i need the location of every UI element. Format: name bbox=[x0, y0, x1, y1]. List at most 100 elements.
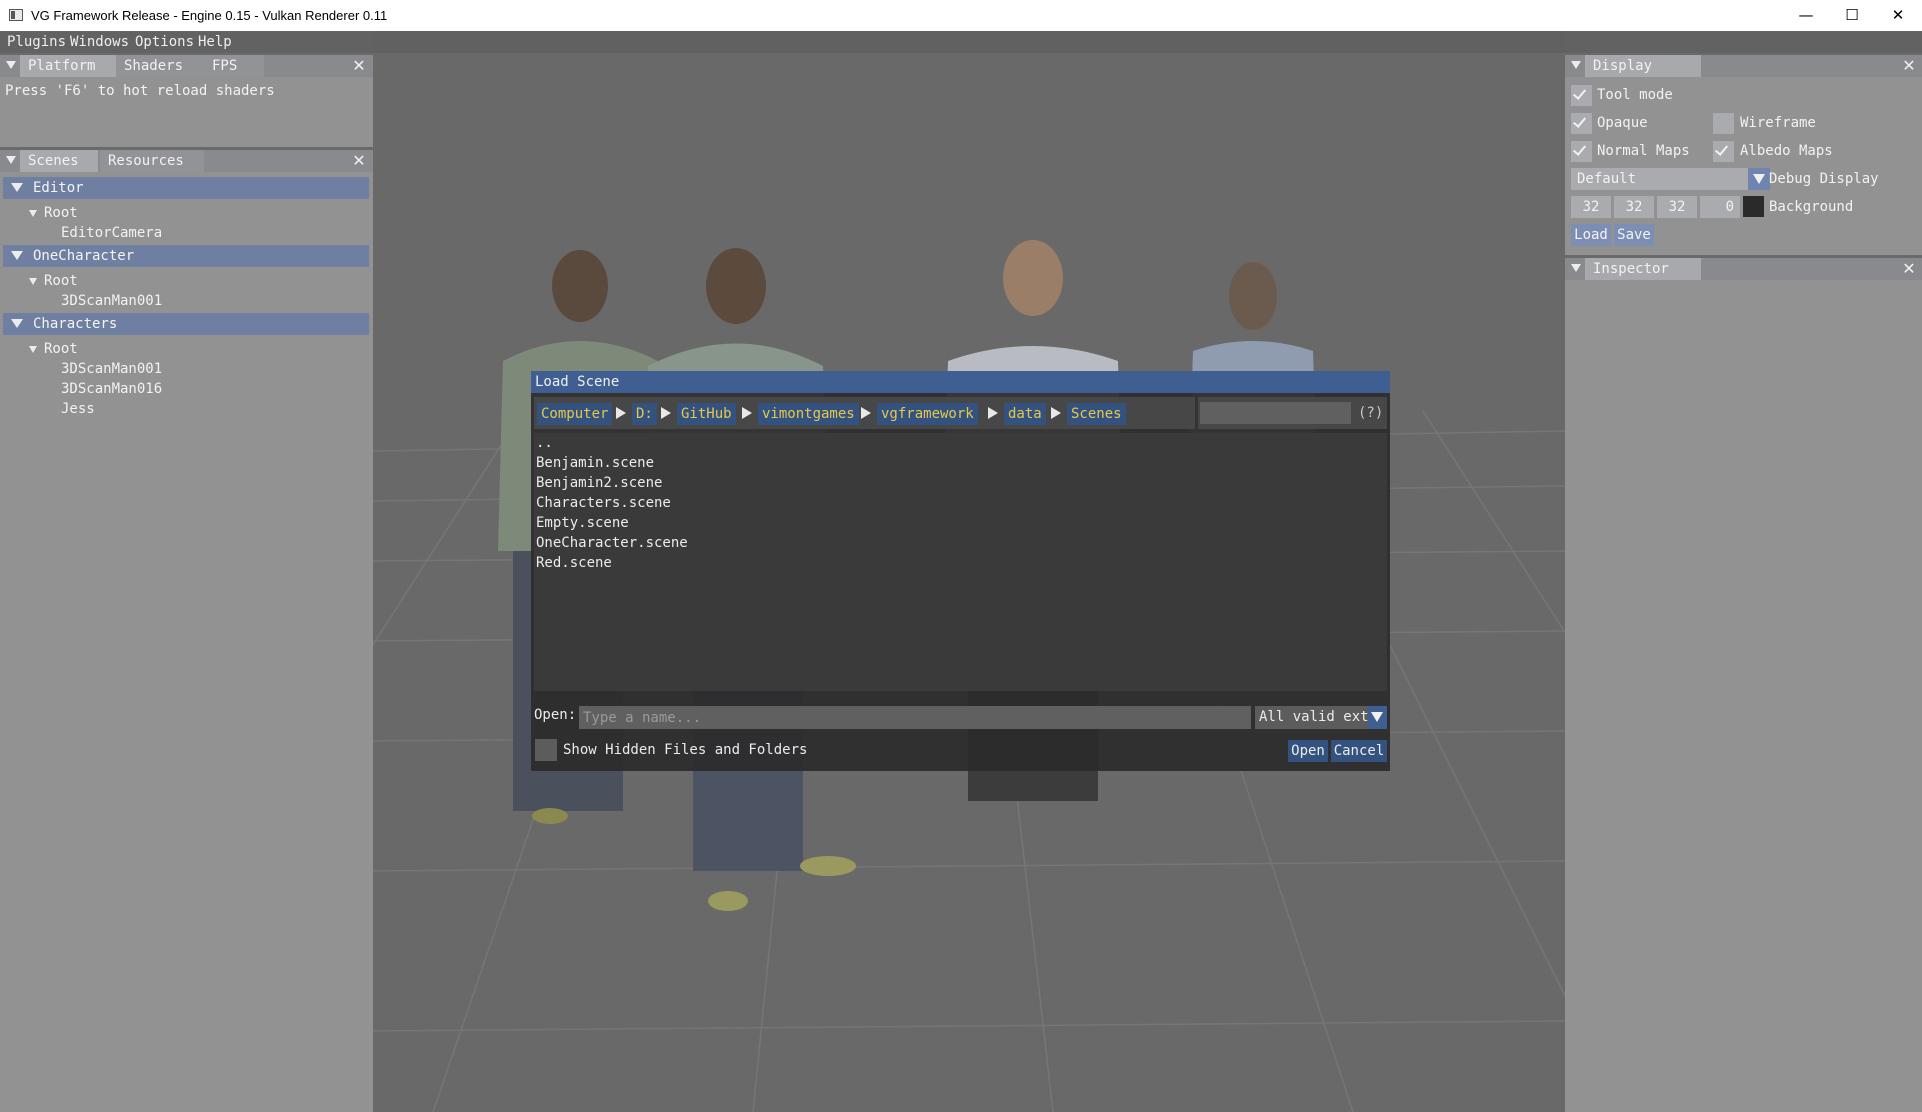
display-panel: Display ✕ Tool mode Opaque Wireframe Nor… bbox=[1565, 55, 1922, 255]
tab-platform[interactable]: Platform bbox=[20, 55, 118, 77]
tree-node-item[interactable]: EditorCamera bbox=[61, 225, 162, 241]
breadcrumb-computer[interactable]: Computer bbox=[537, 403, 613, 425]
close-window-button[interactable]: ✕ bbox=[1875, 0, 1921, 31]
collapse-icon[interactable] bbox=[6, 61, 16, 69]
breadcrumb-github[interactable]: GitHub bbox=[677, 403, 736, 425]
menu-bar: Plugins Windows Options Help bbox=[0, 31, 1922, 53]
opaque-checkbox[interactable] bbox=[1571, 113, 1592, 134]
tab-platform-label: Platform bbox=[28, 58, 96, 74]
help-icon[interactable]: (?) bbox=[1358, 405, 1383, 421]
path-separator-icon bbox=[616, 407, 626, 419]
scene-group-editor[interactable]: Editor bbox=[3, 177, 369, 199]
file-parent-dir[interactable]: .. bbox=[536, 435, 553, 451]
menu-plugins[interactable]: Plugins bbox=[7, 34, 66, 50]
path-separator-icon bbox=[1051, 407, 1061, 419]
background-g-field[interactable]: 32 bbox=[1614, 196, 1654, 218]
menu-options[interactable]: Options bbox=[135, 34, 194, 50]
menu-help[interactable]: Help bbox=[198, 34, 232, 50]
opaque-label: Opaque bbox=[1597, 115, 1648, 131]
file-list: .. Benjamin.scene Benjamin2.scene Charac… bbox=[534, 433, 1387, 691]
tool-mode-checkbox[interactable] bbox=[1571, 85, 1592, 106]
tab-resources[interactable]: Resources bbox=[100, 150, 204, 172]
chevron-down-icon[interactable] bbox=[1368, 706, 1387, 729]
maximize-button[interactable]: ☐ bbox=[1829, 0, 1875, 31]
file-item[interactable]: OneCharacter.scene bbox=[536, 535, 688, 551]
scene-group-characters[interactable]: Characters bbox=[3, 313, 369, 335]
file-item[interactable]: Empty.scene bbox=[536, 515, 629, 531]
file-item[interactable]: Red.scene bbox=[536, 555, 612, 571]
dialog-title-bar[interactable]: Load Scene bbox=[531, 371, 1390, 393]
file-name-input[interactable] bbox=[579, 706, 1251, 729]
expand-icon[interactable] bbox=[29, 210, 37, 217]
scene-group-label: Characters bbox=[33, 316, 118, 332]
close-icon[interactable]: ✕ bbox=[1901, 56, 1917, 76]
tree-node-root[interactable]: Root bbox=[44, 205, 78, 221]
collapse-icon[interactable] bbox=[6, 156, 16, 164]
breadcrumb-data[interactable]: data bbox=[1004, 403, 1046, 425]
expand-icon[interactable] bbox=[29, 278, 37, 285]
wireframe-checkbox[interactable] bbox=[1713, 113, 1734, 134]
expand-icon bbox=[11, 319, 23, 328]
window-title: VG Framework Release - Engine 0.15 - Vul… bbox=[31, 8, 388, 23]
background-a-field[interactable]: 0 bbox=[1700, 196, 1740, 218]
scenes-panel: Scenes Resources ✕ Editor Root EditorCam… bbox=[0, 150, 373, 1112]
background-color-swatch[interactable] bbox=[1743, 196, 1764, 217]
app-icon bbox=[9, 9, 23, 21]
expand-icon bbox=[11, 183, 23, 192]
albedo-maps-checkbox[interactable] bbox=[1713, 141, 1734, 162]
breadcrumb-drive[interactable]: D: bbox=[632, 403, 657, 425]
scene-group-onecharacter[interactable]: OneCharacter bbox=[3, 245, 369, 267]
tab-scenes-label: Scenes bbox=[28, 153, 79, 169]
normal-maps-checkbox[interactable] bbox=[1571, 141, 1592, 162]
breadcrumb: Computer D: GitHub vimontgames vgframewo… bbox=[534, 397, 1195, 429]
open-label: Open: bbox=[534, 707, 577, 723]
collapse-icon[interactable] bbox=[1571, 264, 1581, 272]
tree-node-root[interactable]: Root bbox=[44, 341, 78, 357]
file-filter: (?) bbox=[1198, 397, 1387, 429]
expand-icon bbox=[11, 251, 23, 260]
breadcrumb-vgframework[interactable]: vgframework bbox=[877, 403, 978, 425]
minimize-button[interactable]: — bbox=[1783, 0, 1829, 31]
tree-node-item[interactable]: 3DScanMan001 bbox=[61, 361, 162, 377]
tab-display[interactable]: Display bbox=[1585, 55, 1701, 77]
save-button[interactable]: Save bbox=[1614, 224, 1654, 246]
breadcrumb-vimontgames[interactable]: vimontgames bbox=[758, 403, 859, 425]
breadcrumb-scenes[interactable]: Scenes bbox=[1067, 403, 1126, 425]
menu-windows[interactable]: Windows bbox=[70, 34, 129, 50]
scenes-panel-header: Scenes Resources ✕ bbox=[0, 150, 373, 172]
file-item[interactable]: Characters.scene bbox=[536, 495, 671, 511]
hot-reload-hint: Press 'F6' to hot reload shaders bbox=[5, 83, 275, 99]
display-panel-header: Display ✕ bbox=[1565, 55, 1922, 77]
close-icon[interactable]: ✕ bbox=[351, 151, 367, 171]
extension-filter-dropdown[interactable]: All valid ext bbox=[1255, 706, 1387, 729]
close-icon[interactable]: ✕ bbox=[351, 56, 367, 76]
tree-node-root[interactable]: Root bbox=[44, 273, 78, 289]
file-filter-input[interactable] bbox=[1200, 402, 1351, 424]
file-item[interactable]: Benjamin2.scene bbox=[536, 475, 662, 491]
tab-inspector[interactable]: Inspector bbox=[1585, 258, 1701, 280]
debug-display-value: Default bbox=[1577, 171, 1637, 187]
tab-scenes[interactable]: Scenes bbox=[20, 150, 98, 172]
tab-fps-label: FPS bbox=[212, 58, 238, 74]
show-hidden-label: Show Hidden Files and Folders bbox=[563, 742, 808, 758]
expand-icon[interactable] bbox=[29, 346, 37, 353]
wireframe-label: Wireframe bbox=[1740, 115, 1816, 131]
chevron-down-icon[interactable] bbox=[1748, 168, 1770, 190]
tab-shaders-label: Shaders bbox=[124, 58, 184, 74]
tab-fps[interactable]: FPS bbox=[204, 55, 264, 77]
close-icon[interactable]: ✕ bbox=[1901, 259, 1917, 279]
debug-display-dropdown[interactable]: Default bbox=[1571, 168, 1770, 190]
show-hidden-checkbox[interactable] bbox=[535, 739, 557, 761]
tab-shaders[interactable]: Shaders bbox=[116, 55, 204, 77]
cancel-button[interactable]: Cancel bbox=[1331, 740, 1387, 762]
tree-node-item[interactable]: 3DScanMan001 bbox=[61, 293, 162, 309]
path-separator-icon bbox=[661, 407, 671, 419]
background-b-field[interactable]: 32 bbox=[1657, 196, 1697, 218]
open-button[interactable]: Open bbox=[1288, 740, 1328, 762]
tree-node-item[interactable]: Jess bbox=[61, 401, 95, 417]
tree-node-item[interactable]: 3DScanMan016 bbox=[61, 381, 162, 397]
background-r-field[interactable]: 32 bbox=[1571, 196, 1611, 218]
file-item[interactable]: Benjamin.scene bbox=[536, 455, 654, 471]
collapse-icon[interactable] bbox=[1571, 61, 1581, 69]
load-button[interactable]: Load bbox=[1571, 224, 1611, 246]
